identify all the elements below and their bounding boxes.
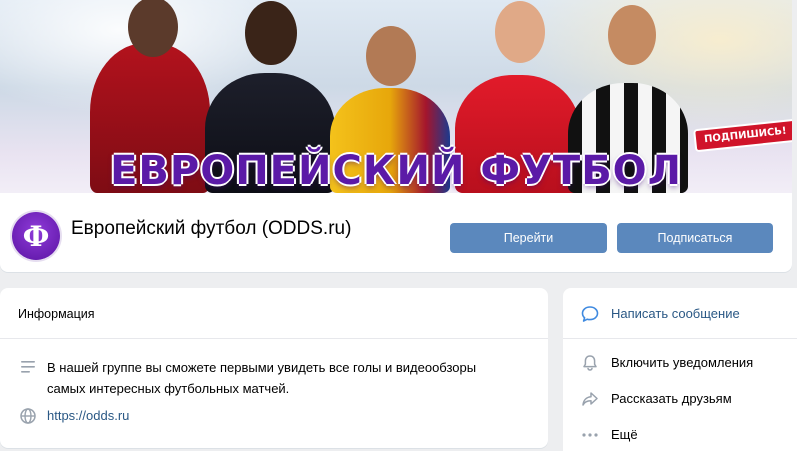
page-title: Европейский футбол (ODDS.ru): [71, 218, 352, 239]
write-message-action[interactable]: Написать сообщение: [563, 298, 797, 328]
share-icon: [582, 392, 598, 406]
bell-icon: [583, 355, 597, 371]
action-label: Включить уведомления: [611, 355, 754, 370]
avatar-letter: Ф: [22, 219, 50, 253]
info-card: Информация В нашей группе вы сможете пер…: [0, 288, 548, 448]
avatar[interactable]: Ф: [12, 212, 60, 260]
description-icon: [21, 361, 35, 373]
actions-card: Написать сообщение Включить уведомления …: [563, 288, 797, 451]
action-label: Рассказать друзьям: [611, 391, 732, 406]
message-icon: [581, 306, 599, 322]
more-action[interactable]: Ещё: [563, 419, 797, 449]
website-link[interactable]: https://odds.ru: [47, 408, 129, 423]
divider: [0, 338, 548, 339]
more-icon: [582, 433, 598, 437]
group-description: В нашей группе вы сможете первыми увидет…: [47, 360, 477, 396]
globe-icon: [20, 408, 36, 424]
info-title: Информация: [18, 307, 95, 321]
group-header-card: ПОДПИШИСЬ! ЕВРОПЕЙСКИЙ ФУТБОЛ Ф Европейс…: [0, 0, 792, 272]
cover-banner-image: ПОДПИШИСЬ! ЕВРОПЕЙСКИЙ ФУТБОЛ: [0, 0, 792, 193]
enable-notifications-action[interactable]: Включить уведомления: [563, 347, 797, 377]
subscribe-button[interactable]: Подписаться: [617, 223, 773, 253]
action-label: Ещё: [611, 427, 638, 442]
action-label: Написать сообщение: [611, 306, 740, 321]
go-button[interactable]: Перейти: [450, 223, 607, 253]
divider: [563, 338, 797, 339]
cover-title: ЕВРОПЕЙСКИЙ ФУТБОЛ: [110, 148, 682, 193]
share-action[interactable]: Рассказать друзьям: [563, 383, 797, 413]
